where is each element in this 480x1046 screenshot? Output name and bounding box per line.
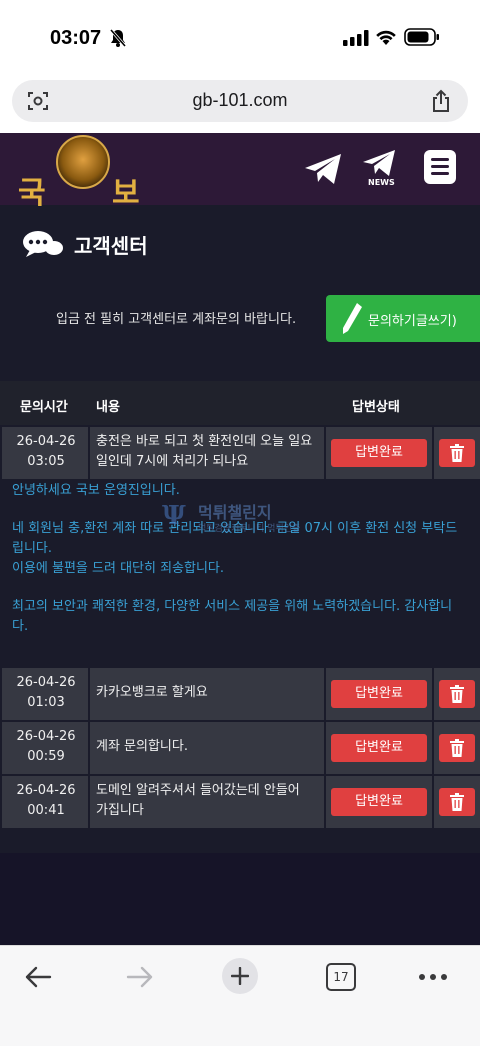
row-content-line1[interactable]: 계좌 문의합니다. (96, 737, 324, 757)
signal-icon (343, 30, 369, 46)
delete-cell (434, 668, 480, 720)
status-badge[interactable]: 답변완료 (331, 439, 427, 467)
tiger-logo-icon[interactable] (56, 135, 110, 189)
row-content-line2[interactable]: 일인데 7시에 처리가 되나요 (96, 452, 324, 472)
row-content-line1[interactable]: 도메인 알려주셔서 들어갔는데 안들어 (96, 781, 324, 801)
status-badge[interactable]: 답변완료 (331, 734, 427, 762)
notice-text: 입금 전 필히 고객센터로 계좌문의 바랍니다. (56, 312, 297, 327)
row-date: 26-04-26 (16, 434, 76, 449)
row-date: 26-04-26 (16, 783, 76, 798)
delete-button[interactable] (439, 680, 475, 708)
header-status: 답변상태 (352, 400, 400, 415)
table-row[interactable]: 26-04-26 03:05 충전은 바로 되고 첫 환전인데 오늘 일요 일인… (0, 427, 480, 481)
url-text[interactable]: gb-101.com (12, 90, 468, 111)
table-row[interactable]: 26-04-26 00:59 계좌 문의합니다. 답변완료 (0, 722, 480, 776)
status-cell: 답변완료 (326, 668, 432, 720)
row-time: 00:59 (27, 749, 65, 764)
reply-line: 다. (12, 619, 29, 634)
page-title: 고객센터 (74, 234, 148, 258)
share-icon[interactable] (430, 89, 452, 113)
table-row[interactable]: 26-04-26 00:41 도메인 알려주셔서 들어갔는데 안들어 가집니다 … (0, 776, 480, 830)
site-footer (0, 853, 480, 945)
content-cell[interactable]: 충전은 바로 되고 첫 환전인데 오늘 일요 일인데 7시에 처리가 되나요 (90, 427, 324, 479)
news-label: NEWS (368, 178, 395, 187)
row-date: 26-04-26 (16, 729, 76, 744)
content-cell[interactable]: 카카오뱅크로 할게요 (90, 668, 324, 720)
delete-cell (434, 722, 480, 774)
bell-slash-icon (110, 29, 126, 47)
watermark-logo-icon: Ψ (162, 501, 186, 531)
more-icon[interactable] (418, 973, 448, 981)
row-content-line1[interactable]: 충전은 바로 되고 첫 환전인데 오늘 일요 (96, 432, 324, 452)
content-cell[interactable]: 도메인 알려주셔서 들어갔는데 안들어 가집니다 (90, 776, 324, 828)
trash-icon (450, 685, 464, 703)
reply-line: 립니다. (12, 541, 53, 556)
row-time: 00:41 (27, 803, 65, 818)
row-time: 03:05 (27, 454, 65, 469)
watermark: Ψ 먹튀챌린지 먹튀검증커뮤니티 먹튀인증 (160, 497, 330, 539)
trash-icon (450, 793, 464, 811)
status-badge[interactable]: 답변완료 (331, 680, 427, 708)
site-viewport: 국 보 NEWS 고객센터 입금 전 필히 고객센터로 계좌문의 바랍니다. 문… (0, 133, 480, 945)
watermark-text: 먹튀챌린지 (198, 503, 272, 522)
write-inquiry-label: 문의하기글쓰기) (368, 314, 457, 329)
trash-icon (450, 739, 464, 757)
write-inquiry-button[interactable]: 문의하기글쓰기) (326, 295, 480, 342)
forward-icon[interactable] (126, 965, 154, 989)
browser-toolbar: 17 (0, 945, 480, 1046)
date-cell: 26-04-26 01:03 (2, 668, 88, 720)
chat-bubble-icon (23, 231, 63, 257)
delete-button[interactable] (439, 788, 475, 816)
battery-icon (404, 28, 439, 46)
status-cell: 답변완료 (326, 722, 432, 774)
new-tab-button[interactable] (222, 958, 258, 994)
wifi-icon (376, 30, 396, 45)
delete-cell (434, 776, 480, 828)
new-tab-icon (231, 967, 249, 985)
table-header: 문의시간 내용 답변상태 (0, 381, 480, 425)
reply-line: 이용에 불편을 드려 대단히 죄송합니다. (12, 561, 225, 576)
trash-icon (450, 444, 464, 462)
status-cell: 답변완료 (326, 776, 432, 828)
logo-text-left[interactable]: 국 (18, 168, 46, 212)
logo-text-right[interactable]: 보 (112, 168, 140, 212)
header-time: 문의시간 (20, 400, 68, 415)
date-cell: 26-04-26 03:05 (2, 427, 88, 479)
menu-icon[interactable] (424, 150, 456, 184)
row-content-line2[interactable]: 가집니다 (96, 801, 324, 821)
date-cell: 26-04-26 00:59 (2, 722, 88, 774)
status-badge[interactable]: 답변완료 (331, 788, 427, 816)
pencil-icon (343, 303, 362, 334)
back-icon[interactable] (24, 965, 52, 989)
row-content-line1[interactable]: 카카오뱅크로 할게요 (96, 683, 324, 703)
status-bar: 03:07 (0, 0, 480, 72)
site-header: 국 보 NEWS (0, 133, 480, 211)
status-time: 03:07 (50, 27, 102, 49)
tabs-button[interactable]: 17 (326, 963, 356, 991)
date-cell: 26-04-26 00:41 (2, 776, 88, 828)
content-cell[interactable]: 계좌 문의합니다. (90, 722, 324, 774)
watermark-subtext: 먹튀검증커뮤니티 먹튀인증 (198, 524, 301, 534)
news-icon[interactable] (362, 149, 396, 177)
row-date: 26-04-26 (16, 675, 76, 690)
status-cell: 답변완료 (326, 427, 432, 479)
reply-line: 최고의 보안과 쾌적한 환경, 다양한 서비스 제공을 위해 노력하겠습니다. … (12, 599, 453, 614)
header-content: 내용 (96, 400, 120, 415)
address-bar[interactable]: gb-101.com (12, 80, 468, 122)
delete-button[interactable] (439, 734, 475, 762)
table-row[interactable]: 26-04-26 01:03 카카오뱅크로 할게요 답변완료 (0, 668, 480, 722)
delete-cell (434, 427, 480, 479)
delete-button[interactable] (439, 439, 475, 467)
telegram-icon[interactable] (304, 153, 342, 185)
row-time: 01:03 (27, 695, 65, 710)
